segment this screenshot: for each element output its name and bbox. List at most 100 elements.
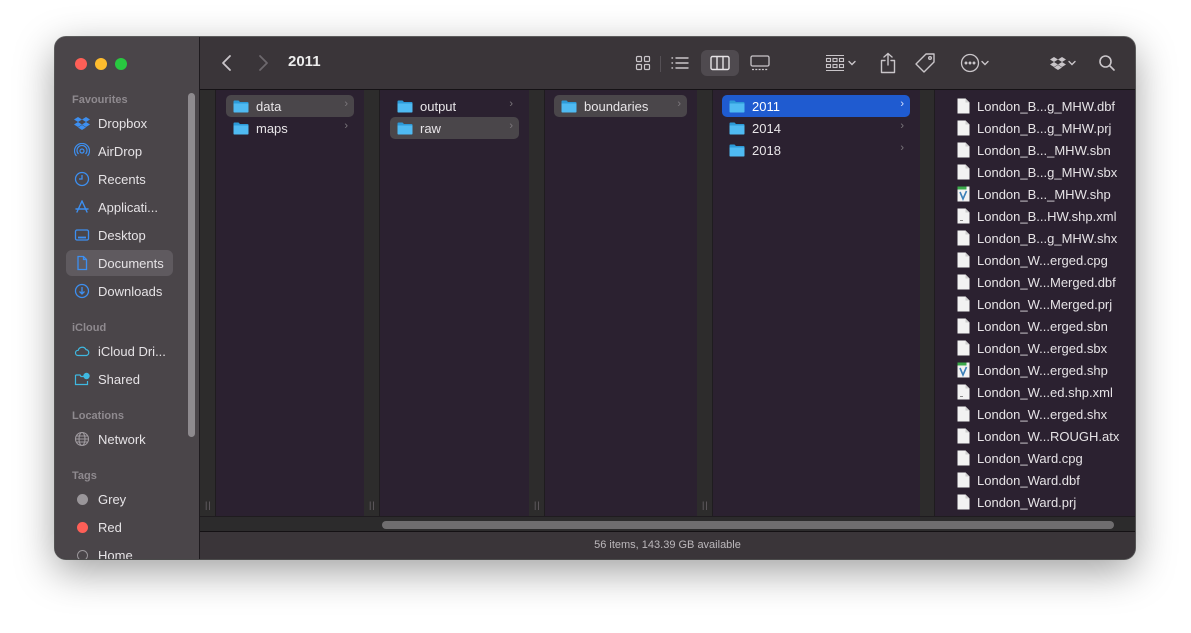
folder-icon xyxy=(729,122,745,135)
download-icon xyxy=(73,282,91,300)
folder-row[interactable]: boundaries › xyxy=(554,95,687,117)
file-row[interactable]: London_B...g_MHW.shx xyxy=(957,227,1117,249)
dropbox-icon xyxy=(73,114,91,132)
file-row[interactable]: London_W...erged.sbn xyxy=(957,315,1108,337)
finder-window: Favourites Dropbox AirDrop Recents Appli… xyxy=(55,37,1135,559)
file-name: London_B...g_MHW.sbx xyxy=(977,164,1118,180)
column-resize-handle[interactable]: || xyxy=(364,90,380,516)
file-row[interactable]: London_B...g_MHW.prj xyxy=(957,117,1111,139)
column-resize-handle[interactable]: || xyxy=(200,90,216,516)
document-file-icon xyxy=(957,450,970,466)
document-file-icon xyxy=(957,428,970,444)
folder-row[interactable]: 2018 › xyxy=(722,139,910,161)
file-row[interactable]: London_W...erged.shp xyxy=(957,359,1108,381)
chevron-right-icon: › xyxy=(509,98,513,110)
forward-button[interactable] xyxy=(252,50,274,76)
scrollbar-thumb[interactable] xyxy=(382,521,1114,529)
file-row[interactable]: London_B..._MHW.shp xyxy=(957,183,1111,205)
file-row[interactable]: London_Ward.prj xyxy=(957,491,1076,513)
desktop-icon xyxy=(73,226,91,244)
sidebar-item-dropbox[interactable]: Dropbox xyxy=(66,110,173,136)
column-resize-handle[interactable] xyxy=(920,90,935,516)
folder-icon xyxy=(233,100,249,113)
file-row[interactable]: London_B..._MHW.sbn xyxy=(957,139,1111,161)
file-row[interactable]: London_B...HW.shp.xml xyxy=(957,205,1116,227)
document-file-icon xyxy=(957,296,970,312)
file-name: London_W...ROUGH.atx xyxy=(977,428,1120,444)
file-name: London_W...erged.cpg xyxy=(977,252,1108,268)
list-view-button[interactable] xyxy=(667,50,693,76)
cloud-icon xyxy=(73,342,91,360)
file-row[interactable]: London_W...erged.shx xyxy=(957,403,1107,425)
close-button[interactable] xyxy=(75,58,87,70)
minimize-button[interactable] xyxy=(95,58,107,70)
file-row[interactable]: London_W...Merged.dbf xyxy=(957,271,1116,293)
shared-folder-icon xyxy=(73,370,91,388)
file-row[interactable]: London_Ward.cpg xyxy=(957,447,1083,469)
xml-file-icon xyxy=(957,208,970,224)
column-resize-handle[interactable]: || xyxy=(529,90,545,516)
column-4: 2011 › 2014 › 2018 › xyxy=(713,90,920,516)
sidebar-item-network[interactable]: Network xyxy=(66,426,173,452)
column-view-button[interactable] xyxy=(701,50,739,76)
folder-row[interactable]: 2011 › xyxy=(722,95,910,117)
chevron-right-icon: › xyxy=(344,98,348,110)
chevron-right-icon: › xyxy=(509,120,513,132)
icon-view-button[interactable] xyxy=(630,50,656,76)
file-row[interactable]: London_B...g_MHW.dbf xyxy=(957,95,1115,117)
folder-name: raw xyxy=(420,120,441,136)
share-button[interactable] xyxy=(876,50,900,76)
sidebar-tag-grey[interactable]: Grey xyxy=(66,486,173,512)
sidebar-item-label: Desktop xyxy=(98,227,146,243)
search-button[interactable] xyxy=(1095,50,1119,76)
file-row[interactable]: London_W...ed.shp.xml xyxy=(957,381,1113,403)
file-row[interactable]: London_W...Merged.prj xyxy=(957,293,1112,315)
search-icon xyxy=(1099,55,1115,71)
file-row[interactable]: London_B...g_MHW.sbx xyxy=(957,161,1117,183)
sidebar-item-downloads[interactable]: Downloads xyxy=(66,278,173,304)
sidebar-item-recents[interactable]: Recents xyxy=(66,166,173,192)
folder-row[interactable]: 2014 › xyxy=(722,117,910,139)
file-name: London_W...erged.sbn xyxy=(977,318,1108,334)
folder-row[interactable]: output › xyxy=(390,95,519,117)
sidebar-scrollbar[interactable] xyxy=(188,93,195,437)
gallery-view-button[interactable] xyxy=(745,50,775,76)
tags-button[interactable] xyxy=(912,50,938,76)
grey-tag-dot-icon xyxy=(73,490,91,508)
folder-row[interactable]: raw › xyxy=(390,117,519,139)
more-actions-button[interactable] xyxy=(955,50,995,76)
dropbox-menu-button[interactable] xyxy=(1043,50,1083,76)
folder-row[interactable]: maps › xyxy=(226,117,354,139)
sidebar-item-applications[interactable]: Applicati... xyxy=(66,194,173,220)
sidebar-item-icloud-drive[interactable]: iCloud Dri... xyxy=(66,338,173,364)
sidebar-item-label: Home xyxy=(98,547,133,560)
group-by-button[interactable] xyxy=(821,50,861,76)
ellipsis-circle-icon xyxy=(960,53,980,73)
clock-icon xyxy=(73,170,91,188)
sidebar: Favourites Dropbox AirDrop Recents Appli… xyxy=(55,37,200,559)
sidebar-tag-red[interactable]: Red xyxy=(66,514,173,540)
sidebar-item-desktop[interactable]: Desktop xyxy=(66,222,173,248)
column-resize-handle[interactable]: || xyxy=(697,90,713,516)
folder-row[interactable]: data › xyxy=(226,95,354,117)
file-row[interactable]: London_W...ROUGH.atx xyxy=(957,425,1119,447)
sidebar-tag-home[interactable]: Home xyxy=(66,542,173,559)
back-button[interactable] xyxy=(216,50,238,76)
document-icon xyxy=(73,254,91,272)
column-browser: || || || || data › maps › output › raw ›… xyxy=(200,90,1135,516)
file-row[interactable]: London_W...erged.cpg xyxy=(957,249,1108,271)
sidebar-item-shared[interactable]: Shared xyxy=(66,366,173,392)
file-name: London_B...HW.shp.xml xyxy=(977,208,1117,224)
maximize-button[interactable] xyxy=(115,58,127,70)
airdrop-icon xyxy=(73,142,91,160)
column-1: data › maps › xyxy=(216,90,364,516)
chevron-right-icon xyxy=(259,55,268,71)
xml-file-icon xyxy=(957,384,970,400)
horizontal-scrollbar[interactable] xyxy=(200,516,1135,532)
document-file-icon xyxy=(957,472,970,488)
sidebar-item-airdrop[interactable]: AirDrop xyxy=(66,138,173,164)
sidebar-item-documents[interactable]: Documents xyxy=(66,250,173,276)
file-row[interactable]: London_W...erged.sbx xyxy=(957,337,1107,359)
columns-icon xyxy=(710,55,730,71)
file-row[interactable]: London_Ward.dbf xyxy=(957,469,1080,491)
